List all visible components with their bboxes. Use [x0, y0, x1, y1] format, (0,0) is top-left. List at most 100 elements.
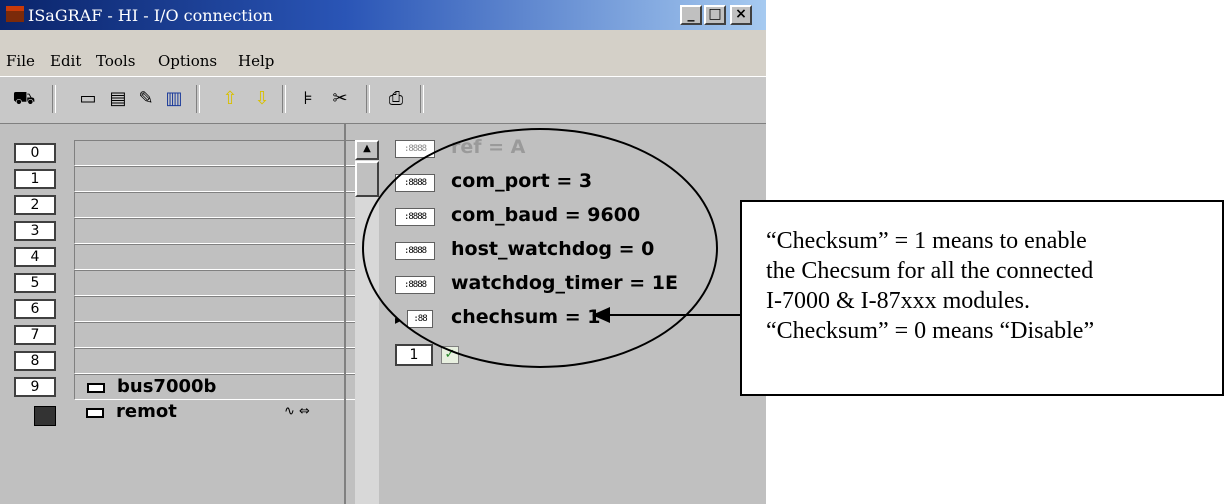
panel-divider — [344, 124, 346, 504]
vertical-scrollbar[interactable]: ▲ — [355, 140, 379, 504]
param-row[interactable]: ▸ :88 chechsum = 1 — [395, 304, 755, 334]
channel-row[interactable]: 1 ✓ — [395, 334, 755, 366]
slot-number[interactable]: 8 — [14, 351, 56, 371]
parameter-icon: :8888 — [395, 242, 435, 260]
minimize-button[interactable]: _ — [680, 5, 702, 25]
annotation-line: “Checksum” = 1 means to enable — [766, 228, 1087, 254]
isagraf-window: ISaGRAF - HI - I/O connection _ □ × File… — [0, 0, 766, 504]
slot-board-field[interactable] — [74, 322, 356, 348]
properties-icon[interactable]: ✎ — [134, 87, 158, 111]
window-title: ISaGRAF - HI - I/O connection — [28, 6, 273, 25]
slot-row[interactable]: remot ∿ ⇔ — [14, 400, 356, 426]
isagraf-app-icon[interactable] — [6, 6, 24, 22]
param-com-port: com_port = 3 — [451, 170, 593, 192]
slot-row[interactable]: 6 — [14, 296, 356, 322]
parameter-icon: :8888 — [395, 174, 435, 192]
board-icon — [87, 383, 105, 393]
param-row[interactable]: :8888 ref = A — [395, 134, 755, 164]
slot-label-bus7000b: bus7000b — [117, 376, 217, 397]
slot-number[interactable]: 9 — [14, 377, 56, 397]
slot-board-field[interactable] — [74, 348, 356, 374]
scroll-up-arrow-icon[interactable]: ▲ — [355, 140, 379, 160]
param-row[interactable]: :8888 com_port = 3 — [395, 168, 755, 198]
annotation-arrow-line — [608, 314, 740, 316]
slot-number[interactable]: 7 — [14, 325, 56, 345]
toolbar-separator — [196, 85, 200, 113]
check-icon: ✓ — [441, 346, 459, 364]
toolbar-separator — [366, 85, 370, 113]
down-arrow-icon[interactable]: ⇩ — [250, 87, 274, 111]
toolbar-separator — [282, 85, 286, 113]
slot-row[interactable]: 1 — [14, 166, 356, 192]
parameter-icon: :88 — [407, 310, 433, 328]
print-icon[interactable]: ⎙ — [384, 87, 408, 111]
toolbar-separator — [420, 85, 424, 113]
board-icon[interactable]: ⛟ — [12, 87, 36, 111]
menu-tools[interactable]: Tools — [96, 52, 135, 70]
annotation-line: I-7000 & I-87xxx modules. — [766, 288, 1030, 314]
menu-file[interactable]: File — [6, 52, 35, 70]
parameter-icon: :8888 — [395, 208, 435, 226]
slot-board-field[interactable] — [74, 166, 356, 192]
menu-edit[interactable]: Edit — [50, 52, 81, 70]
slot-number[interactable]: 4 — [14, 247, 56, 267]
annotation-line: “Checksum” = 0 means “Disable” — [766, 318, 1095, 344]
menu-help[interactable]: Help — [238, 52, 274, 70]
param-row[interactable]: :8888 com_baud = 9600 — [395, 202, 755, 232]
cut-icon[interactable]: ✂ — [328, 87, 352, 111]
param-row[interactable]: :8888 watchdog_timer = 1E — [395, 270, 755, 300]
insert-icon[interactable]: ⊧ — [296, 87, 320, 111]
slot-number[interactable]: 3 — [14, 221, 56, 241]
slot-board-field[interactable] — [74, 218, 356, 244]
scroll-thumb[interactable] — [355, 161, 379, 197]
slot-row[interactable]: 2 — [14, 192, 356, 218]
parameter-icon: :8888 — [395, 140, 435, 158]
param-chechsum: chechsum = 1 — [451, 306, 601, 328]
menu-bar: File Edit Tools Options Help — [0, 30, 766, 76]
parameter-icon: :8888 — [395, 276, 435, 294]
slot-board-field[interactable] — [74, 270, 356, 296]
pointer-icon: ▸ — [395, 313, 402, 327]
slot-number[interactable]: 0 — [14, 143, 56, 163]
slot-row[interactable]: 4 — [14, 244, 356, 270]
slot-board-field[interactable] — [74, 244, 356, 270]
slot-row[interactable]: 3 — [14, 218, 356, 244]
param-row[interactable]: :8888 host_watchdog = 0 — [395, 236, 755, 266]
menu-options[interactable]: Options — [158, 52, 217, 70]
slot-row[interactable]: 8 — [14, 348, 356, 374]
parameter-list: :8888 ref = A :8888 com_port = 3 :8888 c… — [395, 136, 755, 500]
slot-row[interactable]: 9 bus7000b — [14, 374, 356, 400]
param-watchdog-timer: watchdog_timer = 1E — [451, 272, 678, 294]
param-host-watchdog: host_watchdog = 0 — [451, 238, 655, 260]
slot-number[interactable] — [34, 406, 56, 426]
slot-label-remot: remot — [116, 401, 177, 422]
toolbar-separator — [52, 85, 56, 113]
slot-row[interactable]: 7 — [14, 322, 356, 348]
slot-number[interactable]: 2 — [14, 195, 56, 215]
slot-board-field[interactable] — [74, 140, 356, 166]
annotation-box: “Checksum” = 1 means to enable the Checs… — [740, 200, 1224, 396]
channel-number[interactable]: 1 — [395, 344, 433, 366]
param-ref: ref = A — [451, 136, 526, 158]
slot-row[interactable]: 0 — [14, 140, 356, 166]
slot-number[interactable]: 6 — [14, 299, 56, 319]
parameters-icon[interactable]: ▤ — [106, 87, 130, 111]
slot-number[interactable]: 1 — [14, 169, 56, 189]
delete-icon[interactable]: ▥ — [162, 87, 186, 111]
remote-board-icon — [86, 408, 104, 418]
up-arrow-icon[interactable]: ⇧ — [218, 87, 242, 111]
annotation-arrow-head — [592, 307, 610, 323]
slot-row[interactable]: 5 — [14, 270, 356, 296]
slot-board-field[interactable]: bus7000b — [74, 374, 356, 400]
close-button[interactable]: × — [730, 5, 752, 25]
link-icon: ∿ ⇔ — [284, 404, 310, 419]
connect-icon[interactable]: ▭ — [76, 87, 100, 111]
title-bar: ISaGRAF - HI - I/O connection _ □ × — [0, 0, 766, 30]
param-com-baud: com_baud = 9600 — [451, 204, 641, 226]
slot-number[interactable]: 5 — [14, 273, 56, 293]
slot-board-field[interactable] — [74, 296, 356, 322]
slot-board-field[interactable] — [74, 192, 356, 218]
slot-board-field[interactable]: remot ∿ ⇔ — [74, 400, 356, 426]
slot-list: 0 1 2 3 4 5 6 7 8 9 bus7000b remot ∿ ⇔ — [14, 140, 356, 504]
maximize-button[interactable]: □ — [704, 5, 726, 25]
